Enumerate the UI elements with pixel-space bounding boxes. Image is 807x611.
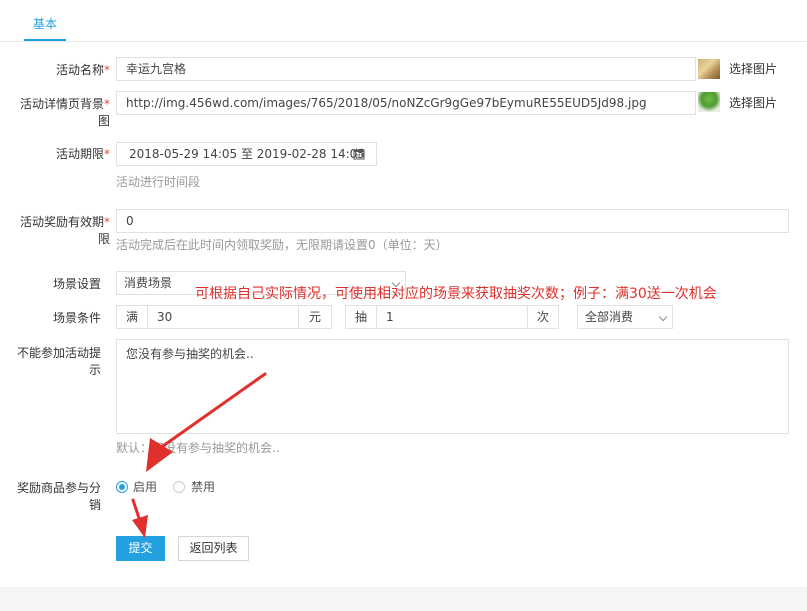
reward-valid-help: 活动完成后在此时间内领取奖励，无限期请设置0（单位：天） xyxy=(116,238,448,252)
back-to-list-button[interactable]: 返回列表 xyxy=(178,536,249,561)
condition-unit: 元 xyxy=(298,305,332,329)
draw-unit: 次 xyxy=(527,305,559,329)
required-mark: * xyxy=(104,97,110,111)
reward-valid-input[interactable]: 0 xyxy=(116,209,789,233)
condition-label: 场景条件 xyxy=(52,311,101,325)
distribution-disable-label[interactable]: 禁用 xyxy=(191,480,215,494)
activity-name-input[interactable]: 幸运九宫格 xyxy=(116,57,696,81)
submit-button[interactable]: 提交 xyxy=(116,536,165,561)
condition-amount-input[interactable]: 30 xyxy=(147,305,299,329)
form-panel: 基本 活动名称* 幸运九宫格 选择图片 活动详情页背景* 图 http://im… xyxy=(0,0,807,587)
reward-valid-label: 活动奖励有效期* 限 xyxy=(19,215,110,246)
required-mark: * xyxy=(104,215,110,229)
draw-prefix: 抽 xyxy=(345,305,377,329)
period-range-value: 2018-05-29 14:05 至 2019-02-28 14:05 xyxy=(129,147,365,161)
required-mark: * xyxy=(104,63,110,77)
scene-label: 场景设置 xyxy=(52,277,101,291)
no-join-tip-help: 默认：您没有参与抽奖的机会.. xyxy=(116,441,280,455)
draw-count-input[interactable]: 1 xyxy=(376,305,528,329)
required-mark: * xyxy=(104,147,110,161)
distribution-disable-radio[interactable] xyxy=(173,481,185,493)
detail-bg-pick-image-button[interactable]: 选择图片 xyxy=(729,92,777,114)
detail-bg-label: 活动详情页背景* 图 xyxy=(19,97,110,128)
consume-scope-select[interactable]: 全部消费 xyxy=(577,305,673,329)
annotation-text: 可根据自己实际情况，可使用相对应的场景来获取抽奖次数；例子：满30送一次机会 xyxy=(195,286,717,302)
distribution-label: 奖励商品参与分 销 xyxy=(16,481,101,512)
activity-name-pick-image-button[interactable]: 选择图片 xyxy=(729,58,777,80)
tab-bar: 基本 xyxy=(0,0,807,42)
period-help: 活动进行时间段 xyxy=(116,175,201,189)
condition-prefix: 满 xyxy=(116,305,148,329)
activity-name-label: 活动名称* xyxy=(55,63,110,77)
no-join-tip-label: 不能参加活动提 示 xyxy=(16,346,101,377)
period-label: 活动期限* xyxy=(55,147,110,161)
calendar-icon[interactable] xyxy=(353,148,365,160)
detail-bg-url-input[interactable]: http://img.456wd.com/images/765/2018/05/… xyxy=(116,91,696,115)
period-input[interactable]: 2018-05-29 14:05 至 2019-02-28 14:05 xyxy=(116,142,377,166)
no-join-tip-textarea[interactable]: 您没有参与抽奖的机会.. xyxy=(116,339,789,434)
detail-bg-thumbnail xyxy=(698,92,720,112)
tab-basic[interactable]: 基本 xyxy=(24,0,66,41)
distribution-enable-label[interactable]: 启用 xyxy=(133,480,157,494)
chevron-down-icon xyxy=(658,312,668,322)
activity-image-thumbnail xyxy=(698,59,720,79)
distribution-enable-radio[interactable] xyxy=(116,481,128,493)
